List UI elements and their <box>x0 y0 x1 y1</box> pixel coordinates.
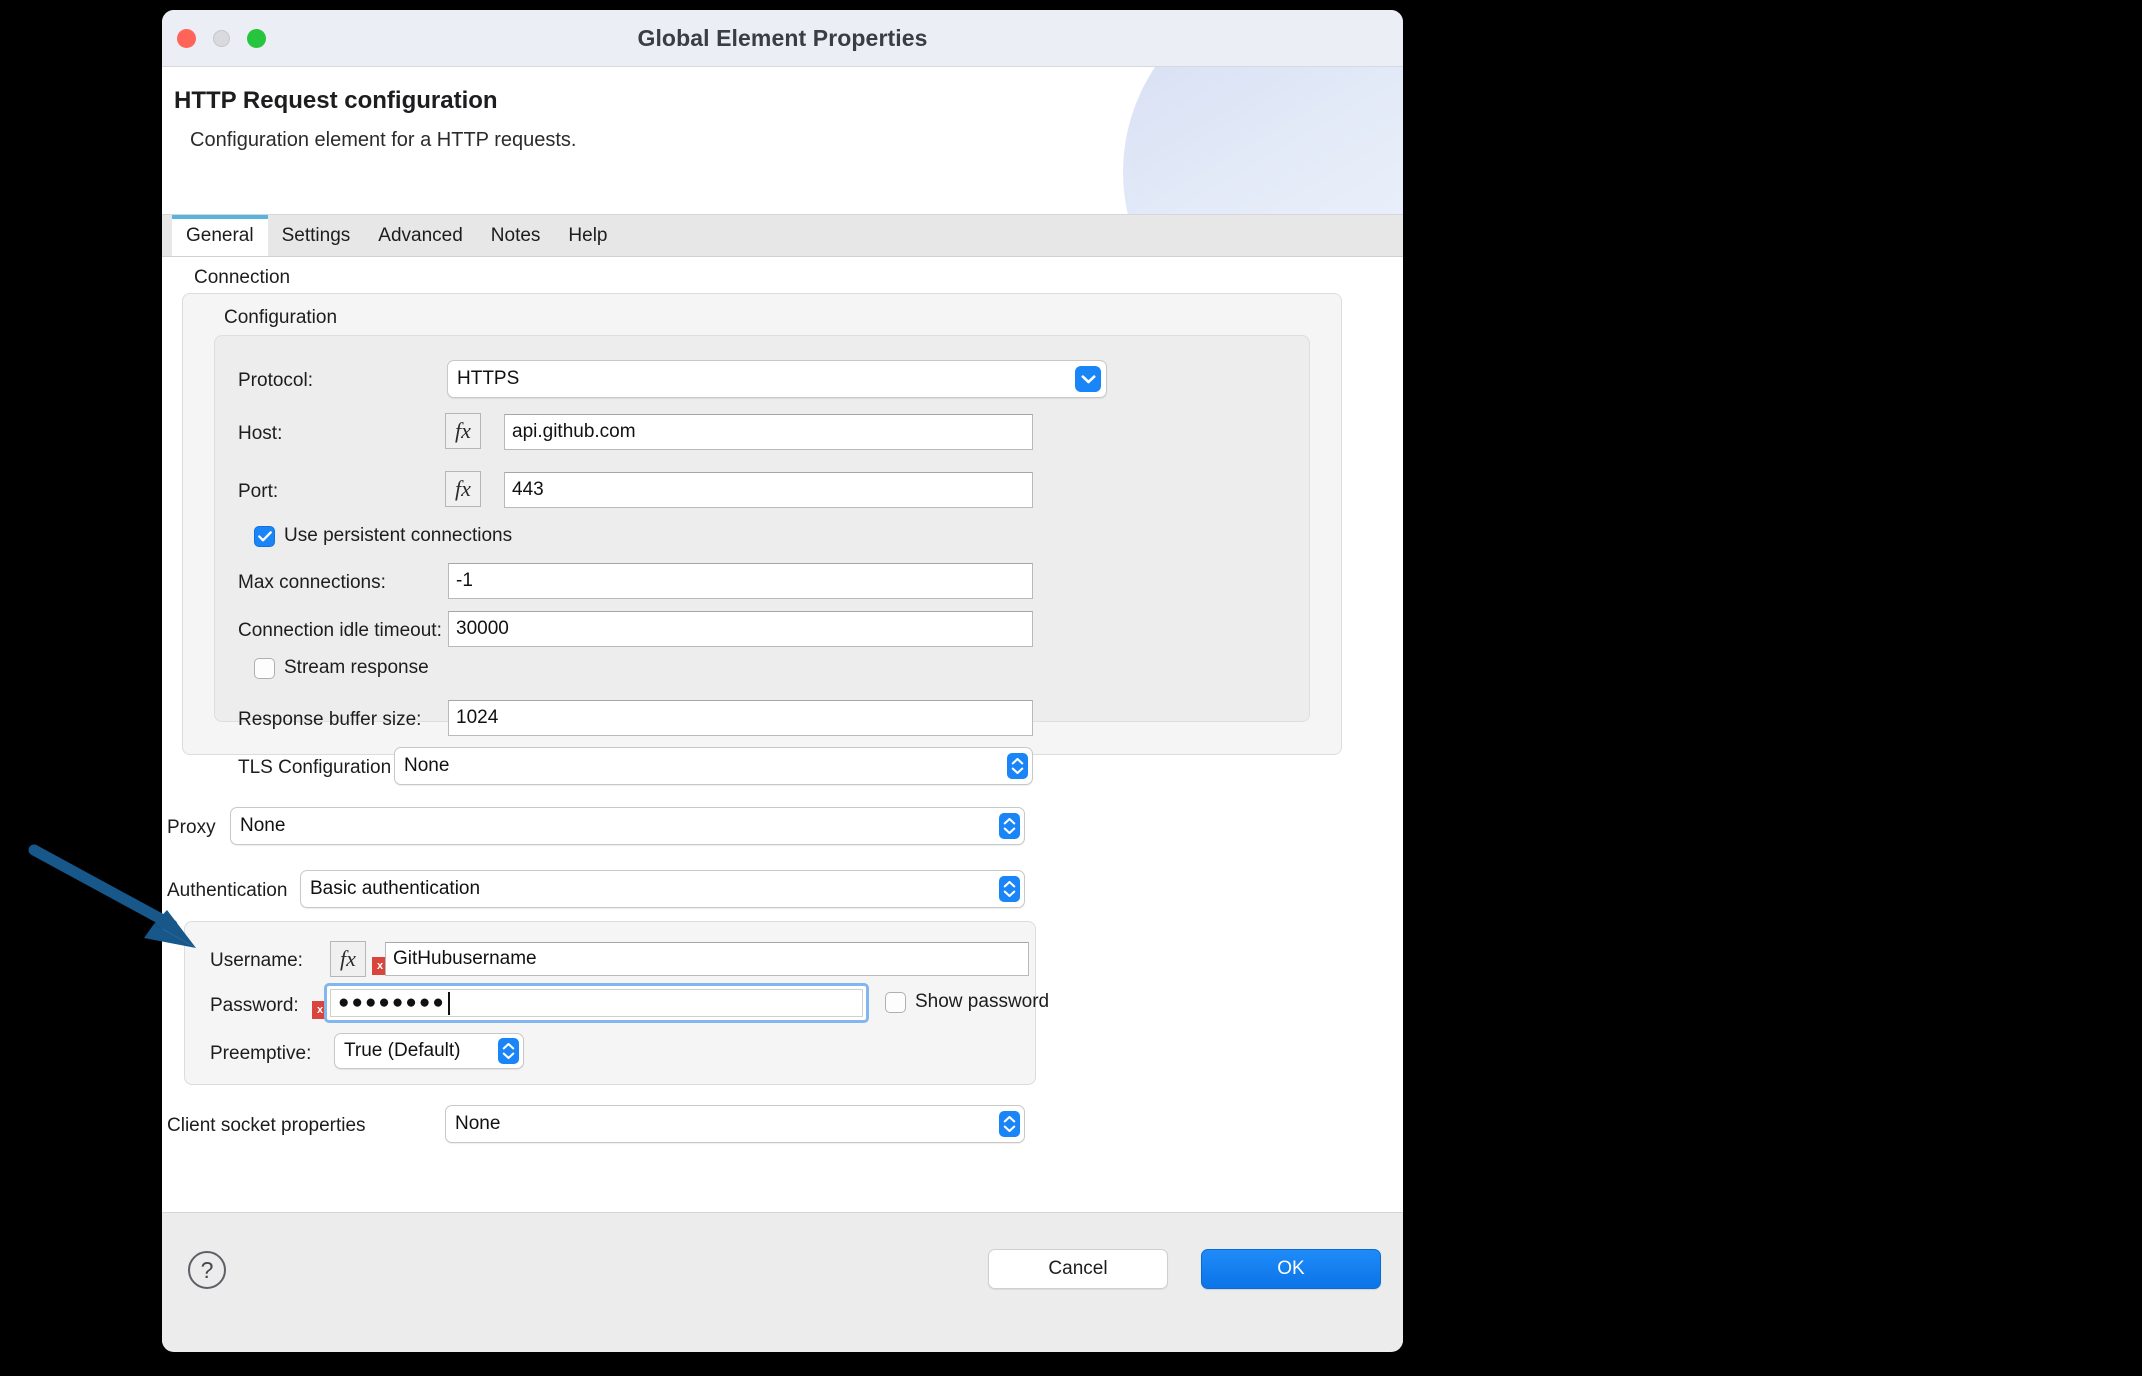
chevron-down-icon[interactable] <box>1075 366 1101 392</box>
stepper-up-down-icon[interactable] <box>999 1111 1020 1137</box>
username-expression-button[interactable]: fx <box>330 941 366 977</box>
tab-advanced-label: Advanced <box>378 225 463 247</box>
dialog-footer: ? Cancel OK <box>162 1212 1403 1351</box>
tls-configuration-value: None <box>404 755 449 777</box>
stepper-up-down-icon[interactable] <box>999 876 1020 902</box>
general-tab-panel: Connection Configuration Protocol: HTTPS… <box>162 257 1403 1212</box>
tab-settings[interactable]: Settings <box>268 215 365 256</box>
max-connections-label: Max connections: <box>238 572 386 594</box>
checkbox-unchecked-icon[interactable] <box>254 658 275 679</box>
username-value: GitHubusername <box>393 948 537 970</box>
connection-idle-timeout-label: Connection idle timeout: <box>238 620 442 642</box>
tab-bar: General Settings Advanced Notes Help <box>162 215 1403 257</box>
max-connections-value: -1 <box>456 570 473 592</box>
checkbox-unchecked-icon[interactable] <box>885 992 906 1013</box>
page-subtitle: Configuration element for a HTTP request… <box>190 129 576 152</box>
preemptive-label: Preemptive: <box>210 1043 311 1065</box>
password-input-inner[interactable]: ●●●●●●●● <box>330 989 863 1017</box>
tab-general-label: General <box>186 225 254 247</box>
proxy-value: None <box>240 815 285 837</box>
max-connections-input[interactable]: -1 <box>448 563 1033 599</box>
traffic-light-controls <box>177 29 266 48</box>
page-title: HTTP Request configuration <box>174 87 498 115</box>
help-button[interactable]: ? <box>188 1251 226 1289</box>
tab-notes[interactable]: Notes <box>477 215 555 256</box>
preemptive-select[interactable]: True (Default) <box>334 1033 524 1069</box>
password-input[interactable]: ●●●●●●●● <box>324 983 869 1023</box>
window-titlebar: Global Element Properties <box>162 10 1403 67</box>
global-element-properties-window: Global Element Properties HTTP Request c… <box>162 10 1403 1352</box>
connection-legend: Connection <box>194 267 290 289</box>
stepper-up-down-icon[interactable] <box>498 1038 519 1064</box>
use-persistent-connections-label: Use persistent connections <box>284 525 512 547</box>
password-value: ●●●●●●●● <box>338 992 446 1014</box>
response-buffer-size-value: 1024 <box>456 707 498 729</box>
port-expression-button[interactable]: fx <box>445 471 481 507</box>
protocol-value: HTTPS <box>457 368 519 390</box>
tab-help-label: Help <box>568 225 607 247</box>
preemptive-value: True (Default) <box>344 1040 461 1062</box>
stream-response-checkbox[interactable]: Stream response <box>254 657 429 679</box>
show-password-checkbox[interactable]: Show password <box>885 991 1049 1013</box>
tab-general[interactable]: General <box>172 215 268 256</box>
authentication-label: Authentication <box>167 880 287 902</box>
tab-settings-label: Settings <box>282 225 351 247</box>
tab-advanced[interactable]: Advanced <box>364 215 477 256</box>
tab-help[interactable]: Help <box>554 215 621 256</box>
stepper-up-down-icon[interactable] <box>999 813 1020 839</box>
ok-button[interactable]: OK <box>1201 1249 1381 1289</box>
text-caret <box>448 992 450 1015</box>
password-label: Password: <box>210 995 299 1017</box>
authentication-select[interactable]: Basic authentication <box>300 870 1025 908</box>
configuration-legend: Configuration <box>224 307 337 329</box>
port-label: Port: <box>238 481 278 503</box>
host-input[interactable]: api.github.com <box>504 414 1033 450</box>
host-value: api.github.com <box>512 421 636 443</box>
cancel-button[interactable]: Cancel <box>988 1249 1168 1289</box>
window-title: Global Element Properties <box>162 25 1403 52</box>
port-input[interactable]: 443 <box>504 472 1033 508</box>
client-socket-properties-value: None <box>455 1113 500 1135</box>
response-buffer-size-input[interactable]: 1024 <box>448 700 1033 736</box>
checkbox-checked-icon[interactable] <box>254 526 275 547</box>
host-expression-button[interactable]: fx <box>445 413 481 449</box>
show-password-label: Show password <box>915 991 1049 1013</box>
header-decoration-curve-front <box>1123 67 1403 215</box>
proxy-label: Proxy <box>167 817 216 839</box>
username-input[interactable]: GitHubusername <box>385 942 1029 976</box>
port-value: 443 <box>512 479 544 501</box>
tab-notes-label: Notes <box>491 225 541 247</box>
protocol-select[interactable]: HTTPS <box>447 360 1107 398</box>
use-persistent-connections-checkbox[interactable]: Use persistent connections <box>254 525 512 547</box>
connection-idle-timeout-value: 30000 <box>456 618 509 640</box>
username-label: Username: <box>210 950 303 972</box>
minimize-window-button[interactable] <box>213 30 230 47</box>
host-label: Host: <box>238 423 282 445</box>
connection-idle-timeout-input[interactable]: 30000 <box>448 611 1033 647</box>
stepper-up-down-icon[interactable] <box>1007 753 1028 779</box>
protocol-label: Protocol: <box>238 370 313 392</box>
dialog-header: HTTP Request configuration Configuration… <box>162 67 1403 215</box>
tls-configuration-select[interactable]: None <box>394 747 1033 785</box>
client-socket-properties-select[interactable]: None <box>445 1105 1025 1143</box>
zoom-window-button[interactable] <box>247 29 266 48</box>
client-socket-properties-label: Client socket properties <box>167 1115 366 1137</box>
tls-configuration-label: TLS Configuration <box>238 757 391 779</box>
authentication-value: Basic authentication <box>310 878 480 900</box>
proxy-select[interactable]: None <box>230 807 1025 845</box>
response-buffer-size-label: Response buffer size: <box>238 709 421 731</box>
stream-response-label: Stream response <box>284 657 429 679</box>
close-window-button[interactable] <box>177 29 196 48</box>
screen: Global Element Properties HTTP Request c… <box>0 0 2142 1376</box>
